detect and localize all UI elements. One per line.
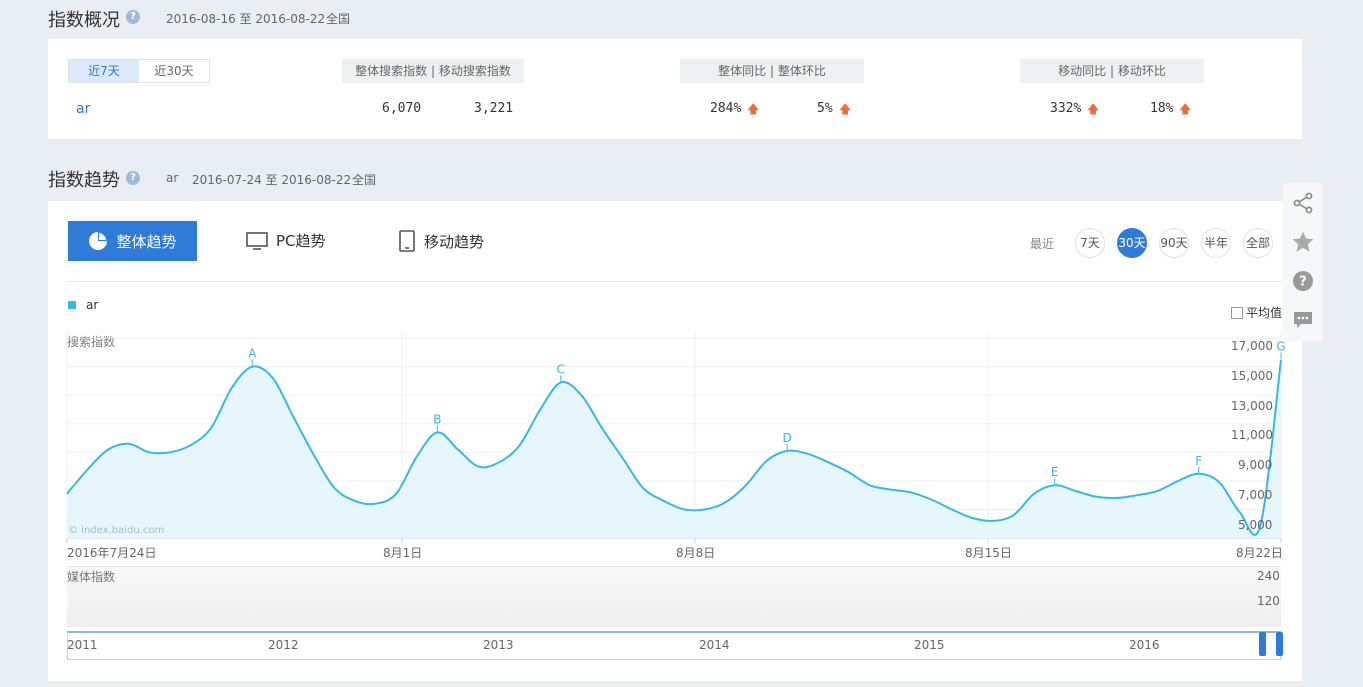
annotation-label: D <box>783 431 792 445</box>
help-button[interactable]: ? <box>1283 261 1323 300</box>
timeline-navigator[interactable] <box>67 631 1281 660</box>
x-tick-label: 2016年7月24日 <box>67 546 157 560</box>
timeline-year: 2015 <box>914 638 945 652</box>
timeline-year: 2014 <box>699 638 730 652</box>
feedback-button[interactable] <box>1283 300 1323 339</box>
annotation-label: G <box>1276 340 1285 354</box>
x-tick-label: 8月22日 <box>1236 546 1283 560</box>
media-index-label: 媒体指数 <box>67 570 116 584</box>
media-y-tick: 240 <box>1257 569 1280 583</box>
annotation-label: A <box>248 347 257 361</box>
timeline-handle-left[interactable] <box>1259 632 1266 656</box>
y-tick-label: 11,000 <box>1231 428 1273 442</box>
y-tick-label: 7,000 <box>1238 488 1273 502</box>
share-button[interactable] <box>1283 183 1323 222</box>
annotation-label: F <box>1195 454 1202 468</box>
media-y-tick: 120 <box>1257 594 1280 608</box>
y-tick-label: 17,000 <box>1231 339 1273 353</box>
timeline-handle-right[interactable] <box>1276 632 1283 656</box>
x-tick-label: 8月8日 <box>676 546 716 560</box>
watermark: © index.baidu.com <box>68 525 165 536</box>
svg-text:?: ? <box>1299 274 1307 289</box>
annotation-label: B <box>433 412 441 426</box>
y-tick-label: 5,000 <box>1238 518 1273 532</box>
timeline-year: 2012 <box>268 638 299 652</box>
help-icon: ? <box>1293 270 1313 291</box>
star-icon <box>1292 231 1314 252</box>
comment-icon <box>1294 311 1312 328</box>
y-tick-label: 15,000 <box>1231 369 1273 383</box>
media-chart-bg <box>67 566 1281 627</box>
y-tick-label: 9,000 <box>1238 458 1273 472</box>
x-tick-label: 8月1日 <box>383 546 423 560</box>
annotation-label: E <box>1051 465 1059 479</box>
y-tick-label: 13,000 <box>1231 399 1273 413</box>
share-icon <box>1293 192 1313 213</box>
side-toolbar: ? <box>1283 183 1323 341</box>
annotation-label: C <box>557 362 565 376</box>
x-tick-label: 8月15日 <box>965 546 1012 560</box>
timeline-year: 2016 <box>1129 638 1160 652</box>
timeline-year: 2011 <box>67 638 98 652</box>
series-area <box>67 359 1281 538</box>
timeline-year: 2013 <box>483 638 514 652</box>
favorite-button[interactable] <box>1283 222 1323 261</box>
